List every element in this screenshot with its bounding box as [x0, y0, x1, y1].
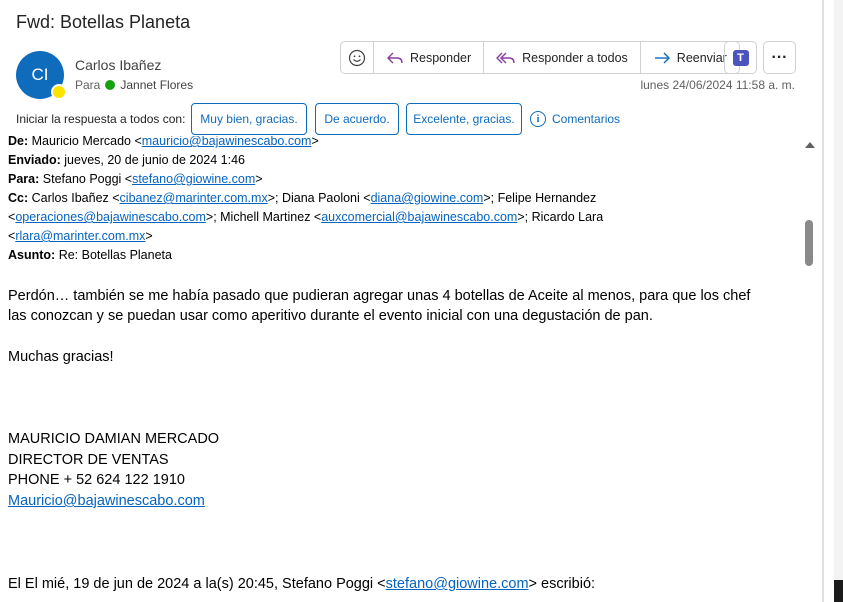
- presence-away-icon: [51, 84, 67, 100]
- to-header-label: Para:: [8, 172, 40, 186]
- body-thanks: Muchas gracias!: [8, 349, 114, 365]
- reply-all-icon: [496, 52, 515, 63]
- cc-text: >; Diana Paoloni <: [267, 191, 371, 205]
- reply-button[interactable]: Responder: [373, 42, 483, 73]
- teams-button[interactable]: T: [724, 41, 757, 74]
- forward-header-subject: Asunto: Re: Botellas Planeta: [8, 248, 172, 262]
- signature-email-link[interactable]: Mauricio@bajawinescabo.com: [8, 493, 205, 509]
- cc-email-link[interactable]: auxcomercial@bajawinescabo.com: [321, 210, 517, 224]
- quote-email-link[interactable]: stefano@giowine.com: [386, 576, 529, 592]
- quick-reply-option[interactable]: Muy bien, gracias.: [191, 103, 307, 135]
- from-close: >: [311, 136, 319, 148]
- scroll-up-arrow-icon[interactable]: [805, 142, 815, 148]
- more-icon: ···: [771, 48, 788, 66]
- cc-text: >; Michell Martinez <: [205, 210, 322, 224]
- cc-text: >: [145, 229, 153, 243]
- teams-icon: T: [732, 49, 749, 66]
- cc-email-link[interactable]: diana@giowine.com: [371, 191, 484, 205]
- quick-reply-label: Iniciar la respuesta a todos con:: [16, 112, 186, 126]
- from-label: De:: [8, 136, 29, 148]
- vertical-scrollbar[interactable]: [800, 136, 819, 602]
- body-paragraph-line: las conozcan y se puedan usar como aperi…: [8, 308, 653, 324]
- sender-name[interactable]: Carlos Ibañez: [75, 57, 161, 73]
- quick-reply-option[interactable]: Excelente, gracias.: [406, 103, 522, 135]
- cc-email-link[interactable]: operaciones@bajawinescabo.com: [15, 210, 206, 224]
- sent-value: jueves, 20 de junio de 2024 1:46: [64, 153, 245, 167]
- forward-header-cc: Cc: Carlos Ibañez <cibanez@marinter.com.…: [8, 191, 596, 205]
- signature-phone: PHONE + 52 624 122 1910: [8, 472, 185, 488]
- reply-label: Responder: [410, 50, 472, 65]
- forward-header-from: De: Mauricio Mercado <mauricio@bajawines…: [8, 136, 319, 148]
- forward-icon: [654, 52, 670, 63]
- cc-label: Cc:: [8, 191, 29, 205]
- smiley-icon: [348, 49, 366, 66]
- cc-email-link[interactable]: rlara@marinter.com.mx: [15, 229, 145, 243]
- cc-text: >; Felipe Hernandez: [483, 191, 597, 205]
- subject-label: Asunto:: [8, 248, 56, 262]
- quick-reply-option[interactable]: De acuerdo.: [315, 103, 399, 135]
- quote-prefix: El El mié, 19 de jun de 2024 a la(s) 20:…: [8, 576, 386, 592]
- quote-suffix: > escribió:: [528, 576, 596, 592]
- comments-label: Comentarios: [552, 112, 621, 126]
- reply-icon: [387, 52, 403, 63]
- recipient-name[interactable]: Jannet Flores: [120, 78, 193, 92]
- to-close: >: [255, 172, 263, 186]
- forward-header-cc-cont: <operaciones@bajawinescabo.com>; Michell…: [8, 210, 603, 224]
- avatar-initials: CI: [31, 65, 49, 84]
- info-icon: i: [530, 111, 546, 127]
- quote-header: El El mié, 19 de jun de 2024 a la(s) 20:…: [8, 576, 595, 592]
- to-email-link[interactable]: stefano@giowine.com: [132, 172, 255, 186]
- to-label: Para: [75, 78, 101, 92]
- outer-scrollbar-track: [834, 0, 843, 602]
- sent-label: Enviado:: [8, 153, 61, 167]
- signature-title: DIRECTOR DE VENTAS: [8, 452, 169, 468]
- message-body: De: Mauricio Mercado <mauricio@bajawines…: [0, 136, 800, 602]
- comments-button[interactable]: i Comentarios: [530, 111, 620, 127]
- pane-divider: [822, 0, 824, 602]
- online-status-icon: [105, 80, 116, 90]
- forward-label: Reenviar: [676, 50, 727, 65]
- outer-scrollbar-thumb[interactable]: [834, 580, 843, 602]
- cc-text: Carlos Ibañez <: [31, 191, 120, 205]
- scrollbar-thumb[interactable]: [805, 220, 813, 266]
- body-paragraph-line: Perdón… también se me había pasado que p…: [8, 288, 751, 304]
- reaction-button[interactable]: [341, 42, 373, 73]
- message-date: lunes 24/06/2024 11:58 a. m.: [640, 78, 795, 92]
- reply-all-button[interactable]: Responder a todos: [483, 42, 640, 73]
- recipients-row: Para Jannet Flores: [75, 78, 193, 92]
- forward-header-to: Para: Stefano Poggi <stefano@giowine.com…: [8, 172, 263, 186]
- forward-header-cc-cont2: <rlara@marinter.com.mx>: [8, 229, 153, 243]
- email-subject: Fwd: Botellas Planeta: [16, 12, 191, 32]
- reply-all-label: Responder a todos: [522, 50, 628, 65]
- cc-text: >; Ricardo Lara: [517, 210, 604, 224]
- cc-email-link[interactable]: cibanez@marinter.com.mx: [120, 191, 268, 205]
- more-actions-button[interactable]: ···: [763, 41, 796, 74]
- message-toolbar: Responder Responder a todos Reenviar: [340, 41, 740, 74]
- from-name: Mauricio Mercado <: [31, 136, 142, 148]
- forward-header-sent: Enviado: jueves, 20 de junio de 2024 1:4…: [8, 153, 245, 167]
- to-header-name: Stefano Poggi <: [42, 172, 133, 186]
- signature-name: MAURICIO DAMIAN MERCADO: [8, 431, 220, 447]
- subject-value: Re: Botellas Planeta: [58, 248, 172, 262]
- from-email-link[interactable]: mauricio@bajawinescabo.com: [142, 136, 312, 148]
- signature-email: Mauricio@bajawinescabo.com: [8, 493, 205, 509]
